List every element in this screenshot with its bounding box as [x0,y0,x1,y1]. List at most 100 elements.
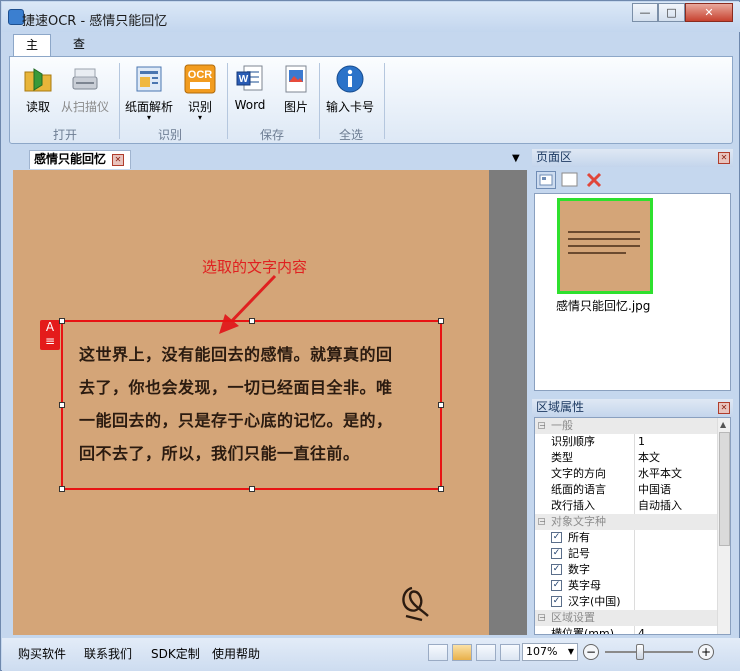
resize-handle[interactable] [438,318,444,324]
input-card-label: 输入卡号 [326,100,375,114]
window-title: 捷速OCR - 感情只能回忆 [22,14,168,29]
resize-handle[interactable] [438,486,444,492]
checkbox[interactable]: ✓ [551,596,562,607]
zoom-slider-track[interactable] [605,651,693,653]
buy-software-link[interactable]: 购买软件 [18,645,66,662]
category-target-chars[interactable]: − 对象文字种 [535,514,718,530]
property-value[interactable]: 本文 [638,450,660,465]
page-thumbnail[interactable] [557,198,653,294]
resize-handle[interactable] [59,486,65,492]
delete-page-icon[interactable] [584,171,604,189]
split-view-icon[interactable] [500,644,520,661]
property-row[interactable]: 文字的方向 水平本文 [535,466,718,482]
zoom-select[interactable]: 107% ▼ [522,643,578,661]
info-icon [336,65,364,93]
scrollbar-thumb[interactable] [719,432,730,546]
ribbon-separator [384,63,385,139]
property-value[interactable]: 4 [638,626,645,634]
property-row[interactable]: 纸面的语言 中国语 [535,482,718,498]
checkbox-label: 英字母 [568,579,601,592]
checkbox-label: 所有 [568,531,590,544]
zoom-out-button[interactable]: − [583,644,599,660]
layout-analysis-button[interactable]: 纸面解析 ▾ [125,63,174,122]
property-row[interactable]: 识别顺序 1 [535,434,718,450]
property-row[interactable]: 改行插入 自动插入 [535,498,718,514]
image-view-icon[interactable] [452,644,472,661]
tab-view[interactable]: 查看 [61,34,97,72]
close-pages-panel-icon[interactable]: ✕ [718,152,730,164]
image-file-icon [285,65,307,93]
tab-list-dropdown-icon[interactable]: ▼ [512,153,520,164]
layout-analysis-label: 纸面解析 [125,100,174,114]
fit-page-view-icon[interactable] [428,644,448,661]
resize-handle[interactable] [59,402,65,408]
canvas-margin [489,170,527,635]
resize-handle[interactable] [249,318,255,324]
ribbon-separator [119,63,120,139]
close-properties-panel-icon[interactable]: ✕ [718,402,730,414]
maximize-button[interactable]: □ [658,3,685,22]
close-tab-icon[interactable]: ✕ [112,153,125,166]
save-image-button[interactable]: 图片 [280,63,312,115]
scanned-text-block: 这世界上，没有能回去的感情。就算真的回 去了，你也会发现，一切已经面目全非。唯 … [79,338,439,470]
region-marker[interactable]: A ≡ [40,320,60,350]
group-recognize-label: 识别 [158,128,183,142]
help-link[interactable]: 使用帮助 [212,645,260,662]
checkbox-row[interactable]: ✓ 汉字(中国) [535,594,718,610]
contact-us-link[interactable]: 联系我们 [84,645,132,662]
property-key: 纸面的语言 [551,483,606,496]
property-value[interactable]: 中国语 [638,482,671,497]
checkbox[interactable]: ✓ [551,580,562,591]
document-tab[interactable]: 感情只能回忆 ✕ [29,150,132,169]
page-view-icon[interactable] [536,171,556,189]
category-region-settings[interactable]: − 区域设置 [535,610,718,626]
checkbox-row[interactable]: ✓ 所有 [535,530,718,546]
property-value[interactable]: 水平本文 [638,466,682,481]
property-key: 改行插入 [551,499,595,512]
checkbox[interactable]: ✓ [551,564,562,575]
layout-analysis-icon [136,66,162,92]
checkbox[interactable]: ✓ [551,548,562,559]
checkbox-row[interactable]: ✓ 記号 [535,546,718,562]
zoom-slider-knob[interactable] [636,644,644,660]
property-value[interactable]: 1 [638,434,645,449]
sdk-custom-link[interactable]: SDK定制 [151,645,200,662]
property-row[interactable]: 类型 本文 [535,450,718,466]
collapse-icon[interactable]: − [538,422,546,430]
ribbon-panel: 读取 从扫描仪 纸面解析 ▾ OCR 识别 ▾ W Word 图片 输入卡号 打… [9,56,733,144]
close-button[interactable]: ✕ [685,3,733,22]
page-list: 感情只能回忆.jpg [534,193,731,391]
checkbox-label: 数字 [568,563,590,576]
property-row[interactable]: 横位置(mm) 4 [535,626,718,634]
input-card-button[interactable]: 输入卡号 [326,63,374,115]
recognize-button[interactable]: OCR 识别 ▾ [184,63,216,122]
checkbox-row[interactable]: ✓ 英字母 [535,578,718,594]
signature-mark [402,586,429,622]
chevron-down-icon: ▼ [567,647,574,656]
collapse-icon[interactable]: − [538,518,546,526]
save-word-button[interactable]: W Word [234,63,266,112]
resize-handle[interactable] [249,486,255,492]
group-open-label: 打开 [53,128,78,142]
checkbox[interactable]: ✓ [551,532,562,543]
ribbon-separator [319,63,320,139]
text-view-icon[interactable] [476,644,496,661]
ribbon-separator [227,63,228,139]
collapse-icon[interactable]: − [538,614,546,622]
zoom-in-button[interactable]: + [698,644,714,660]
resize-handle[interactable] [59,318,65,324]
thumb-text-line [568,245,640,247]
read-button[interactable]: 读取 [22,63,54,115]
ocr-icon: OCR [184,64,216,94]
tab-home[interactable]: 主页 [13,34,52,73]
scanner-button[interactable]: 从扫描仪 [61,63,109,115]
scroll-up-icon[interactable]: ▲ [720,420,726,429]
checkbox-row[interactable]: ✓ 数字 [535,562,718,578]
blank-page-icon[interactable] [560,171,580,189]
status-bar: 购买软件 联系我们 SDK定制 使用帮助 107% ▼ − + [2,638,740,671]
category-general[interactable]: − 一般 [535,418,718,434]
properties-scrollbar[interactable]: ▲ [717,418,730,634]
property-value[interactable]: 自动插入 [638,498,682,513]
minimize-button[interactable]: — [632,3,658,22]
document-canvas[interactable]: 选取的文字内容 A ≡ 这世界上，没有能回去的感情。就算真的回 去了，你也会发现，… [13,170,527,635]
